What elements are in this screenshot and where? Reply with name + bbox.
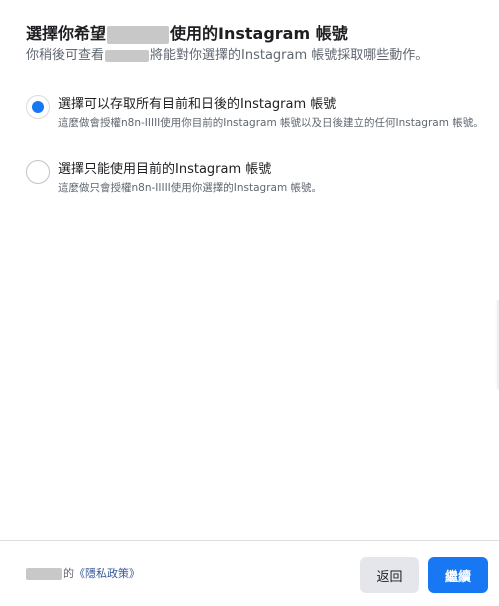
title-suffix: 使用的Instagram 帳號 [170,24,348,43]
footer-privacy-text: 的《隱私政策》 [26,566,140,582]
option-description: 這麼做只會授權n8n-IIIII使用你選擇的Instagram 帳號。 [58,182,323,194]
radio-current-accounts[interactable] [26,160,50,184]
option-text: 選擇只能使用目前的Instagram 帳號 這麼做只會授權n8n-IIIII使用… [58,160,490,195]
scroll-edge-shadow [495,300,499,390]
option-all-accounts[interactable]: 選擇可以存取所有目前和日後的Instagram 帳號 這麼做會授權n8n-III… [26,95,492,130]
option-current-accounts[interactable]: 選擇只能使用目前的Instagram 帳號 這麼做只會授權n8n-IIIII使用… [26,160,492,195]
dialog-title: 選擇你希望 使用的Instagram 帳號 [26,22,348,46]
subtitle-suffix: 將能對你選擇的Instagram 帳號採取哪些動作。 [150,48,429,63]
option-label: 選擇可以存取所有目前和日後的Instagram 帳號 [58,97,337,112]
option-text: 選擇可以存取所有目前和日後的Instagram 帳號 這麼做會授權n8n-III… [58,95,490,130]
redacted-app-name [107,25,170,44]
option-description: 這麼做會授權n8n-IIIII使用你目前的Instagram 帳號以及日後建立的… [58,117,484,129]
footer-text-suffix: 的 [63,567,74,580]
dialog-subtitle: 你稍後可查看 將能對你選擇的Instagram 帳號採取哪些動作。 [26,47,428,65]
footer-divider [0,540,499,541]
privacy-policy-link[interactable]: 《隱私政策》 [74,567,140,580]
radio-all-accounts[interactable] [26,95,50,119]
permission-dialog: 選擇你希望 使用的Instagram 帳號 你稍後可查看 將能對你選擇的Instag… [0,0,499,606]
continue-button[interactable]: 繼續 [428,557,488,593]
redacted-app-name [105,49,150,62]
back-button[interactable]: 返回 [360,557,419,593]
subtitle-prefix: 你稍後可查看 [26,48,105,63]
option-label: 選擇只能使用目前的Instagram 帳號 [58,162,272,177]
title-prefix: 選擇你希望 [26,24,107,43]
redacted-app-name [26,568,62,580]
